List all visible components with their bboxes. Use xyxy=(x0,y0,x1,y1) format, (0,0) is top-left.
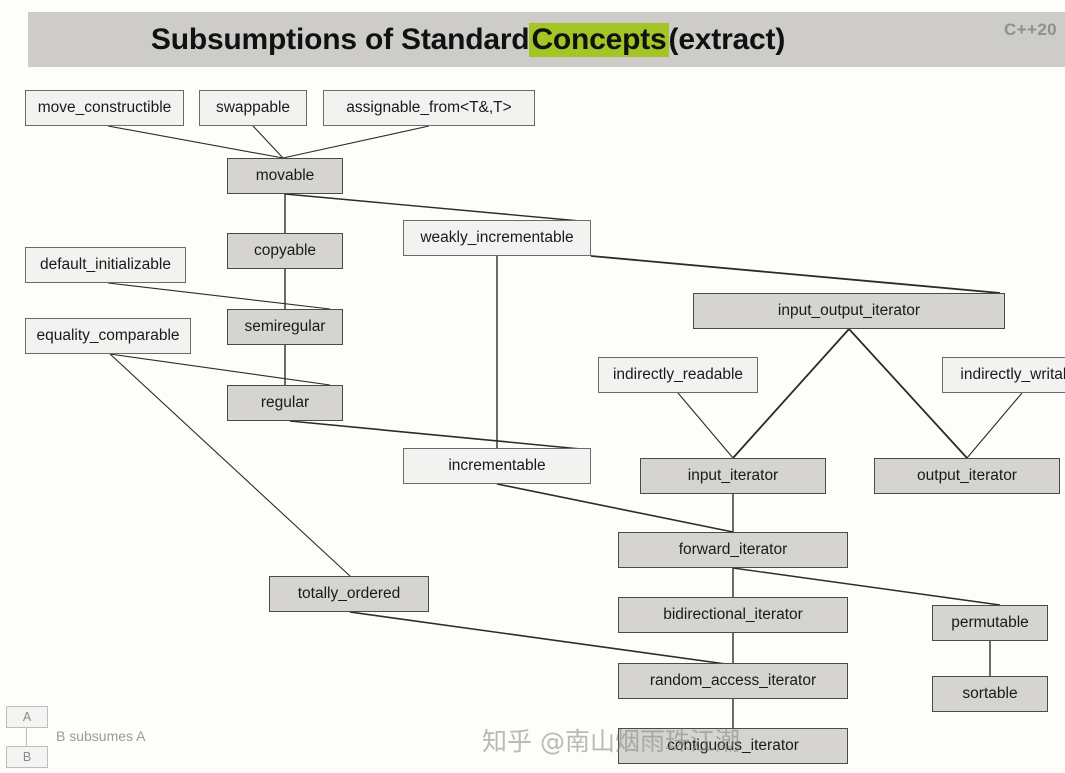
legend-caption: B subsumes A xyxy=(56,728,146,744)
node-semiregular[interactable]: semiregular xyxy=(227,309,343,345)
node-bidirectional_iterator[interactable]: bidirectional_iterator xyxy=(618,597,848,633)
node-equality_comparable[interactable]: equality_comparable xyxy=(25,318,191,354)
node-input_iterator[interactable]: input_iterator xyxy=(640,458,826,494)
edge-equality_comparable-to-regular xyxy=(109,353,331,386)
edge-input_output_iterator-to-input_iterator xyxy=(732,328,850,459)
legend-box-a: A xyxy=(6,706,48,728)
node-totally_ordered[interactable]: totally_ordered xyxy=(269,576,429,612)
edge-swappable-to-movable xyxy=(252,125,284,159)
node-forward_iterator[interactable]: forward_iterator xyxy=(618,532,848,568)
legend-connector xyxy=(26,728,27,746)
node-random_access_iterator[interactable]: random_access_iterator xyxy=(618,663,848,699)
watermark: 知乎 @南山烟雨珠江潮 xyxy=(482,727,740,756)
node-default_initializable[interactable]: default_initializable xyxy=(25,247,186,283)
edge-input_output_iterator-to-output_iterator xyxy=(848,328,968,459)
edge-move_constructible-to-movable xyxy=(107,125,284,159)
node-input_output_iterator[interactable]: input_output_iterator xyxy=(693,293,1005,329)
node-assignable_from[interactable]: assignable_from<T&,T> xyxy=(323,90,535,126)
title-text-after: (extract) xyxy=(668,22,786,56)
edge-default_initializable-to-semiregular xyxy=(107,282,331,310)
node-permutable[interactable]: permutable xyxy=(932,605,1048,641)
node-weakly_incrementable[interactable]: weakly_incrementable xyxy=(403,220,591,256)
node-indirectly_writable[interactable]: indirectly_writable xyxy=(942,357,1065,393)
title-text-before: Subsumptions of Standard xyxy=(150,22,530,56)
edge-regular-to-incrementable xyxy=(289,420,592,451)
diagram-canvas: Subsumptions of Standard Concepts (extra… xyxy=(0,0,1065,773)
edge-indirectly_readable-to-input_iterator xyxy=(677,392,734,459)
node-indirectly_readable[interactable]: indirectly_readable xyxy=(598,357,758,393)
node-sortable[interactable]: sortable xyxy=(932,676,1048,712)
page-title: Subsumptions of Standard Concepts (extra… xyxy=(28,12,908,67)
legend-box-b: B xyxy=(6,746,48,768)
title-highlight: Concepts xyxy=(529,22,669,57)
node-copyable[interactable]: copyable xyxy=(227,233,343,269)
node-move_constructible[interactable]: move_constructible xyxy=(25,90,184,126)
edge-assignable_from-to-movable xyxy=(282,125,430,159)
node-swappable[interactable]: swappable xyxy=(199,90,307,126)
edge-movable-to-weakly_incrementable xyxy=(284,193,592,223)
node-incrementable[interactable]: incrementable xyxy=(403,448,591,484)
edge-weakly_incrementable-to-input_output_iterator xyxy=(590,255,1001,294)
node-movable[interactable]: movable xyxy=(227,158,343,194)
cpp-version-label: C++20 xyxy=(1004,20,1058,39)
edge-indirectly_writable-to-output_iterator xyxy=(966,392,1023,459)
node-regular[interactable]: regular xyxy=(227,385,343,421)
node-output_iterator[interactable]: output_iterator xyxy=(874,458,1060,494)
